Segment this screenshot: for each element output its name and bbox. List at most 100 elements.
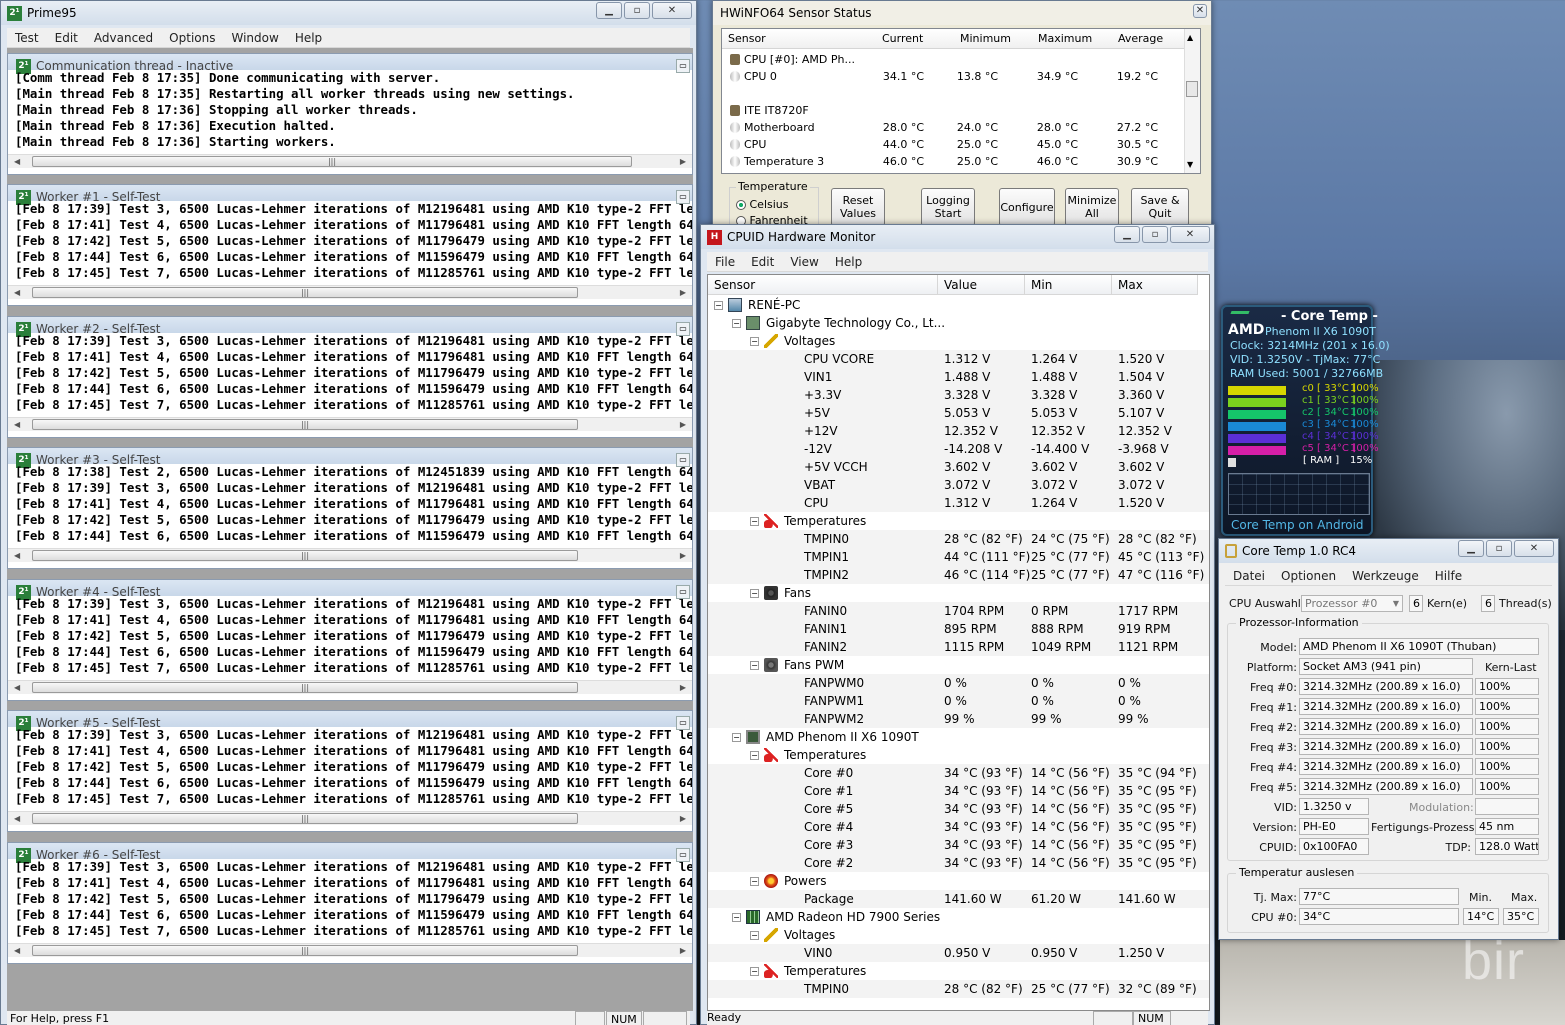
sensor-row[interactable]: Core #4 34 °C (93 °F) 14 °C (56 °F) 35 °C (… <box>708 818 1209 836</box>
table-row[interactable] <box>722 85 1184 102</box>
tree-node[interactable]: − Powers <box>708 872 1209 890</box>
reset-values-button[interactable]: Reset Values <box>831 188 885 226</box>
close-button[interactable]: ✕ <box>652 2 692 19</box>
sensor-row[interactable]: Core #0 34 °C (93 °F) 14 °C (56 °F) 35 °C (… <box>708 764 1209 782</box>
pane-restore-button[interactable]: ▭ <box>676 59 690 73</box>
collapse-toggle-icon[interactable]: − <box>750 661 759 670</box>
scroll-left-icon[interactable]: ◀ <box>14 681 20 695</box>
tree-node[interactable]: − Temperatures <box>708 746 1209 764</box>
gadget-footer[interactable]: Core Temp on Android <box>1231 518 1364 532</box>
scroll-left-icon[interactable]: ◀ <box>14 418 20 432</box>
scroll-left-icon[interactable]: ◀ <box>14 944 20 958</box>
tree-node[interactable]: − AMD Radeon HD 7900 Series <box>708 908 1209 926</box>
scroll-right-icon[interactable]: ▶ <box>680 944 686 958</box>
communication-thread-pane[interactable]: 2¹ Communication thread - Inactive ▭ [Comm … <box>7 53 693 175</box>
hwinfo-titlebar[interactable]: HWiNFO64 Sensor Status ✕ <box>713 1 1211 25</box>
menu-item-view[interactable]: View <box>782 255 826 269</box>
sensor-row[interactable]: Core #3 34 °C (93 °F) 14 °C (56 °F) 35 °C (… <box>708 836 1209 854</box>
menu-item-file[interactable]: File <box>707 255 743 269</box>
scroll-left-icon[interactable]: ◀ <box>14 549 20 563</box>
collapse-toggle-icon[interactable]: − <box>750 337 759 346</box>
horizontal-scrollbar[interactable]: ◀ ||| ▶ <box>8 811 692 825</box>
sensor-row[interactable]: VIN0 0.950 V 0.950 V 1.250 V <box>708 944 1209 962</box>
celsius-radio[interactable]: Celsius <box>736 198 789 211</box>
column-header[interactable]: Average <box>1118 29 1163 49</box>
pane-restore-button[interactable]: ▭ <box>676 190 690 204</box>
collapse-toggle-icon[interactable]: − <box>750 877 759 886</box>
maximize-button[interactable]: ▫ <box>624 2 650 19</box>
horizontal-scrollbar[interactable]: ◀ ||| ▶ <box>8 417 692 431</box>
tree-node[interactable]: − RENÉ-PC <box>708 296 1209 314</box>
table-row[interactable]: CPU 44.0 °C 25.0 °C 45.0 °C 30.5 °C <box>722 136 1184 153</box>
menu-item-datei[interactable]: Datei <box>1225 569 1273 583</box>
sensor-row[interactable]: FANIN1 895 RPM 888 RPM 919 RPM <box>708 620 1209 638</box>
scroll-down-icon[interactable]: ▼ <box>1187 160 1193 169</box>
minimize-button[interactable]: ▁ <box>1114 226 1140 243</box>
sensor-row[interactable]: Core #5 34 °C (93 °F) 14 °C (56 °F) 35 °C (… <box>708 800 1209 818</box>
prime95-titlebar[interactable]: 2¹ Prime95 ▁ ▫ ✕ <box>1 1 696 25</box>
coretemp-titlebar[interactable]: Core Temp 1.0 RC4 ▁ ▫ ✕ <box>1219 539 1558 563</box>
sensor-row[interactable]: FANIN0 1704 RPM 0 RPM 1717 RPM <box>708 602 1209 620</box>
sensor-row[interactable]: +5V 5.053 V 5.053 V 5.107 V <box>708 404 1209 422</box>
tree-node[interactable]: − Temperatures <box>708 512 1209 530</box>
collapse-toggle-icon[interactable]: − <box>732 733 741 742</box>
table-row[interactable]: CPU 0 34.1 °C 13.8 °C 34.9 °C 19.2 °C <box>722 68 1184 85</box>
menu-item-help[interactable]: Help <box>287 31 330 45</box>
worker-pane-2[interactable]: 2¹ Worker #2 - Self-Test ▭ [Feb 8 17:39] Te… <box>7 316 693 438</box>
table-row[interactable]: CPU [#0]: AMD Ph... <box>722 51 1184 68</box>
minimize-button[interactable]: ▁ <box>596 2 622 19</box>
minimize-button[interactable]: ▁ <box>1458 540 1484 557</box>
column-header[interactable]: Min <box>1025 275 1112 295</box>
pane-restore-button[interactable]: ▭ <box>676 716 690 730</box>
menu-item-werkzeuge[interactable]: Werkzeuge <box>1344 569 1427 583</box>
scrollbar-thumb[interactable] <box>1186 81 1198 97</box>
sensor-row[interactable]: VIN1 1.488 V 1.488 V 1.504 V <box>708 368 1209 386</box>
scrollbar-thumb[interactable]: ||| <box>32 550 578 561</box>
scroll-up-icon[interactable]: ▲ <box>1187 33 1193 42</box>
scrollbar-thumb[interactable]: ||| <box>32 682 578 693</box>
worker-pane-4[interactable]: 2¹ Worker #4 - Self-Test ▭ [Feb 8 17:39] Te… <box>7 579 693 701</box>
worker-pane-1[interactable]: 2¹ Worker #1 - Self-Test ▭ [Feb 8 17:39] Te… <box>7 184 693 306</box>
tree-node[interactable]: − AMD Phenom II X6 1090T <box>708 728 1209 746</box>
collapse-toggle-icon[interactable]: − <box>714 301 723 310</box>
horizontal-scrollbar[interactable]: ◀ ||| ▶ <box>8 548 692 562</box>
sensor-row[interactable]: FANPWM2 99 % 99 % 99 % <box>708 710 1209 728</box>
sensor-row[interactable]: CPU 1.312 V 1.264 V 1.520 V <box>708 494 1209 512</box>
sensor-row[interactable]: Core #1 34 °C (93 °F) 14 °C (56 °F) 35 °C (… <box>708 782 1209 800</box>
close-button[interactable]: ✕ <box>1193 4 1207 18</box>
column-header[interactable]: Value <box>938 275 1025 295</box>
worker-pane-6[interactable]: 2¹ Worker #6 - Self-Test ▭ [Feb 8 17:39] Te… <box>7 842 693 964</box>
sensor-row[interactable]: TMPIN0 28 °C (82 °F) 25 °C (77 °F) 32 °C (8… <box>708 980 1209 998</box>
scrollbar-thumb[interactable]: ||| <box>32 419 578 430</box>
collapse-toggle-icon[interactable]: − <box>732 913 741 922</box>
column-header[interactable]: Current <box>882 29 923 49</box>
worker-pane-3[interactable]: 2¹ Worker #3 - Self-Test ▭ [Feb 8 17:38] Te… <box>7 447 693 569</box>
pane-restore-button[interactable]: ▭ <box>676 453 690 467</box>
collapse-toggle-icon[interactable]: − <box>750 751 759 760</box>
scroll-left-icon[interactable]: ◀ <box>14 286 20 300</box>
sensor-row[interactable]: CPU VCORE 1.312 V 1.264 V 1.520 V <box>708 350 1209 368</box>
table-row[interactable]: Motherboard 28.0 °C 24.0 °C 28.0 °C 27.2 °C <box>722 119 1184 136</box>
sensor-row[interactable]: FANPWM0 0 % 0 % 0 % <box>708 674 1209 692</box>
pane-restore-button[interactable]: ▭ <box>676 848 690 862</box>
column-header[interactable]: Sensor <box>708 275 938 295</box>
core-temp-gadget[interactable]: - Core Temp - AMD Phenom II X6 1090T Clo… <box>1221 305 1390 536</box>
scroll-right-icon[interactable]: ▶ <box>680 286 686 300</box>
scroll-right-icon[interactable]: ▶ <box>680 681 686 695</box>
sensor-row[interactable]: TMPIN2 46 °C (114 °F) 25 °C (77 °F) 47 °C (… <box>708 566 1209 584</box>
cpu-select-dropdown[interactable]: Prozessor #0 ▼ <box>1301 595 1403 612</box>
collapse-toggle-icon[interactable]: − <box>750 589 759 598</box>
menu-item-advanced[interactable]: Advanced <box>86 31 161 45</box>
horizontal-scrollbar[interactable]: ◀ ||| ▶ <box>8 285 692 299</box>
scroll-right-icon[interactable]: ▶ <box>680 812 686 826</box>
menu-item-window[interactable]: Window <box>223 31 286 45</box>
scroll-right-icon[interactable]: ▶ <box>680 549 686 563</box>
horizontal-scrollbar[interactable]: ◀ ||| ▶ <box>8 680 692 694</box>
scroll-left-icon[interactable]: ◀ <box>14 812 20 826</box>
table-row[interactable]: Temperature 3 46.0 °C 25.0 °C 46.0 °C 30.9 °… <box>722 153 1184 170</box>
save-quit-button[interactable]: Save & Quit <box>1131 188 1189 226</box>
worker-pane-5[interactable]: 2¹ Worker #5 - Self-Test ▭ [Feb 8 17:39] Te… <box>7 710 693 832</box>
menu-item-optionen[interactable]: Optionen <box>1273 569 1344 583</box>
collapse-toggle-icon[interactable]: − <box>750 967 759 976</box>
configure-button[interactable]: Configure <box>999 188 1055 226</box>
